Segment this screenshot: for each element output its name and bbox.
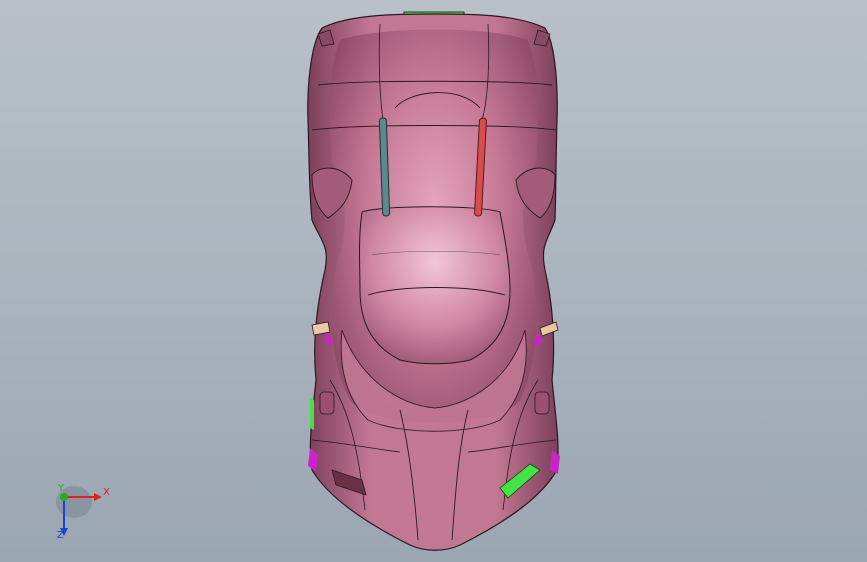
x-axis-arrow	[94, 493, 102, 501]
y-axis-label: Y	[58, 483, 65, 494]
left-side-green	[310, 398, 314, 430]
right-front-vent	[534, 391, 550, 415]
left-front-vent	[319, 391, 335, 415]
graphics-viewport[interactable]: X Y Z	[0, 0, 867, 562]
z-axis-label: Z	[57, 530, 64, 541]
y-axis-point	[60, 493, 68, 501]
x-axis-label: X	[103, 487, 110, 498]
cabin-canopy[interactable]	[359, 206, 511, 365]
car-model[interactable]	[0, 0, 867, 562]
